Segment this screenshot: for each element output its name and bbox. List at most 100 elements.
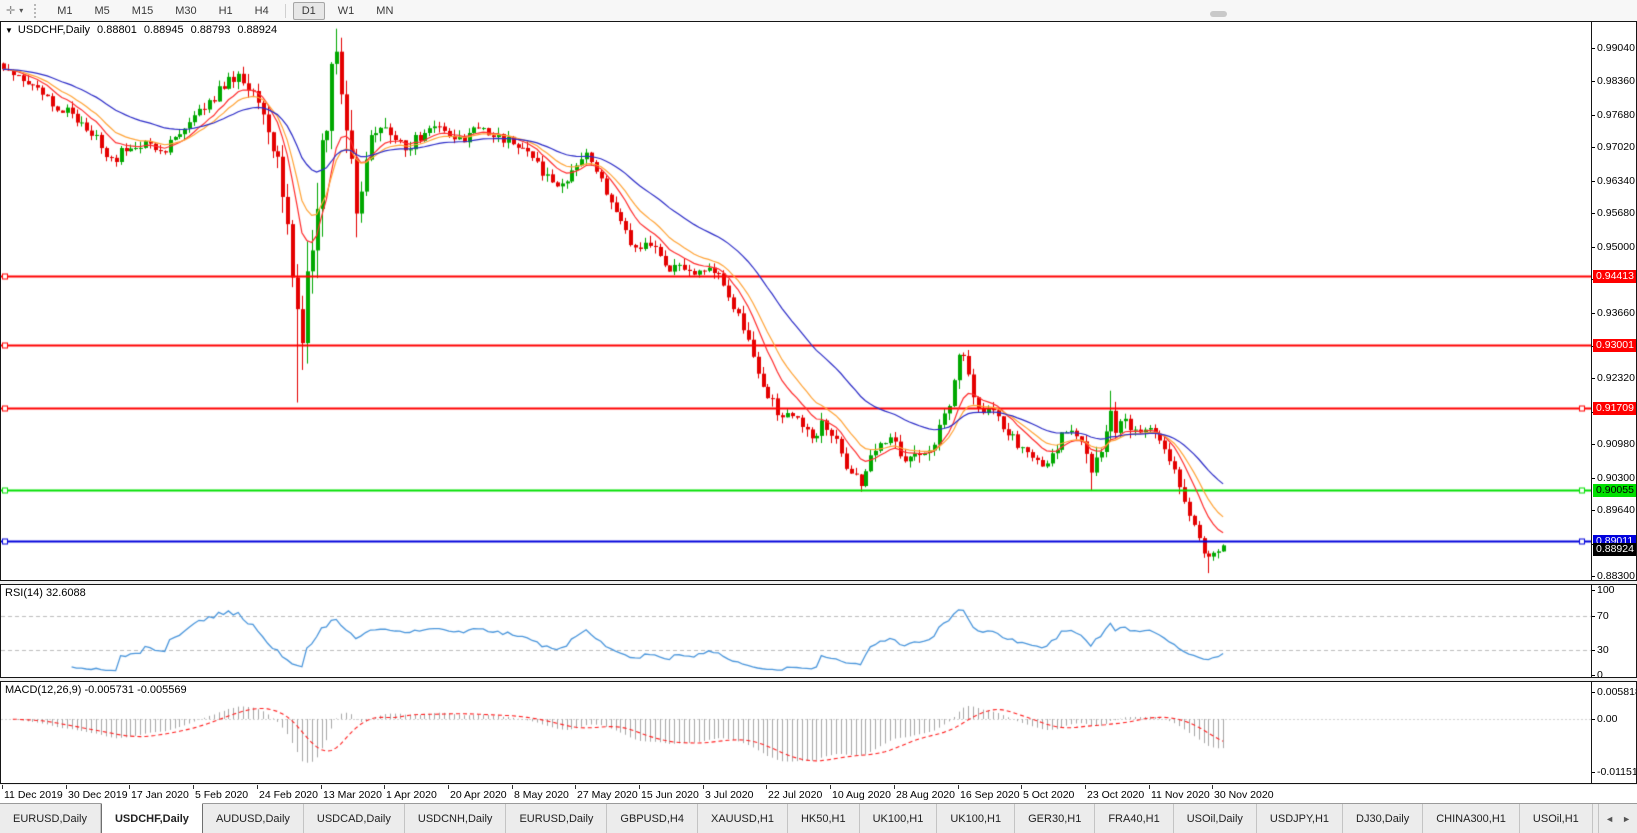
date-axis-label: 11 Dec 2019	[4, 789, 63, 801]
chart-cursor-icon[interactable]: ✛	[6, 4, 15, 17]
axis-tick-mark	[1592, 675, 1595, 676]
macd-canvas[interactable]	[1, 682, 1592, 783]
axis-tick-mark	[1592, 378, 1595, 379]
price-axis-label: 0.95000	[1597, 241, 1635, 253]
date-axis-tick	[512, 785, 513, 789]
date-axis-label: 10 Aug 2020	[832, 789, 891, 801]
chart-tab-usdjpy-h1[interactable]: USDJPY,H1	[1257, 804, 1343, 833]
price-axis[interactable]: 0.990400.983600.976800.970200.963400.956…	[1591, 22, 1636, 580]
date-axis[interactable]: 11 Dec 201930 Dec 201917 Jan 20205 Feb 2…	[0, 785, 1637, 803]
timeframe-button-M15[interactable]: M15	[123, 2, 162, 20]
date-axis-label: 13 Mar 2020	[323, 789, 382, 801]
hline-price-label: 0.91709	[1593, 402, 1636, 415]
chart-tab-eurusd-daily[interactable]: EURUSD,Daily	[0, 804, 101, 833]
h-scrollbar-thumb[interactable]	[1210, 11, 1227, 17]
chart-tab-china300-h1[interactable]: CHINA300,H1	[1423, 804, 1520, 833]
price-axis-label: 0.99040	[1597, 42, 1635, 54]
price-axis-label: 0.92320	[1597, 372, 1635, 384]
date-axis-tick	[1021, 785, 1022, 789]
chart-tab-uk100-h1[interactable]: UK100,H1	[937, 804, 1015, 833]
rsi-label: RSI(14) 32.6088	[5, 587, 86, 599]
date-axis-tick	[257, 785, 258, 789]
axis-tick-mark	[1592, 48, 1595, 49]
chart-tab-bar: EURUSD,DailyUSDCHF,DailyAUDUSD,DailyUSDC…	[0, 803, 1637, 833]
price-chart-pane: ▼USDCHF,Daily0.888010.889450.887930.8892…	[0, 21, 1637, 581]
date-axis-label: 1 Apr 2020	[386, 789, 437, 801]
ohlc-close: 0.88924	[237, 24, 277, 36]
date-axis-tick	[2, 785, 3, 789]
rsi-canvas[interactable]	[1, 585, 1592, 677]
axis-tick-mark	[1592, 213, 1595, 214]
price-axis-label: 0.98360	[1597, 75, 1635, 87]
price-axis-label: 0.93660	[1597, 307, 1635, 319]
chart-tab-hk50-h1[interactable]: HK50,H1	[788, 804, 860, 833]
timeframe-button-M1[interactable]: M1	[48, 2, 81, 20]
timeframe-button-D1[interactable]: D1	[293, 2, 325, 20]
chart-tab-gbpusd-h4[interactable]: GBPUSD,H4	[607, 804, 698, 833]
top-toolbar: ✛ ▾ M1 M5M15M30 H1H4 D1W1MN	[0, 0, 1637, 22]
axis-tick-mark	[1592, 616, 1595, 617]
chart-tab-usoil-daily[interactable]: USOil,Daily	[1174, 804, 1257, 833]
date-axis-tick	[448, 785, 449, 789]
chart-tab-audusd-daily[interactable]: AUDUSD,Daily	[203, 804, 304, 833]
timeframe-button-W1[interactable]: W1	[329, 2, 364, 20]
date-axis-label: 16 Sep 2020	[960, 789, 1020, 801]
price-axis-label: 0.97020	[1597, 141, 1635, 153]
rsi-axis[interactable]: 10070300	[1591, 585, 1636, 677]
timeframe-button-M30[interactable]: M30	[166, 2, 205, 20]
price-axis-label: 0.95680	[1597, 207, 1635, 219]
indicator-axis-label: 0.005818	[1597, 686, 1636, 698]
date-axis-label: 30 Nov 2020	[1214, 789, 1274, 801]
dropdown-caret-icon[interactable]: ▾	[19, 6, 23, 15]
chart-tab-usdcad-daily[interactable]: USDCAD,Daily	[304, 804, 405, 833]
axis-tick-mark	[1592, 181, 1595, 182]
indicator-axis-label: 70	[1597, 610, 1609, 622]
date-axis-tick	[575, 785, 576, 789]
chart-tab-xauusd-h1[interactable]: XAUUSD,H1	[698, 804, 788, 833]
timeframe-button-M5[interactable]: M5	[86, 2, 119, 20]
chart-tab-usdchf-daily[interactable]: USDCHF,Daily	[101, 803, 203, 833]
chart-tab-dj30-daily[interactable]: DJ30,Daily	[1343, 804, 1423, 833]
date-axis-label: 11 Nov 2020	[1151, 789, 1210, 801]
ohlc-open: 0.88801	[97, 24, 137, 36]
timeframe-button-MN[interactable]: MN	[367, 2, 402, 20]
chart-tab-usdcnh-daily[interactable]: USDCNH,Daily	[405, 804, 507, 833]
date-axis-tick	[766, 785, 767, 789]
tab-scroll-right-icon[interactable]: ►	[1622, 814, 1631, 824]
date-axis-label: 28 Aug 2020	[896, 789, 955, 801]
chart-tab-eurusd-daily[interactable]: EURUSD,Daily	[506, 804, 607, 833]
axis-tick-mark	[1592, 719, 1595, 720]
axis-tick-mark	[1592, 510, 1595, 511]
tab-scroll-arrows: ◄►	[1598, 804, 1637, 833]
chart-tab-ger30-h1[interactable]: GER30,H1	[1015, 804, 1095, 833]
axis-tick-mark	[1592, 147, 1595, 148]
price-axis-label: 0.96340	[1597, 175, 1635, 187]
date-axis-tick	[384, 785, 385, 789]
chart-tab-uk100-h1[interactable]: UK100,H1	[860, 804, 938, 833]
axis-tick-mark	[1592, 247, 1595, 248]
ohlc-high: 0.88945	[144, 24, 184, 36]
date-axis-tick	[958, 785, 959, 789]
timeframe-button-H4[interactable]: H4	[246, 2, 278, 20]
date-axis-label: 15 Jun 2020	[641, 789, 699, 801]
chart-tab-fra40-h1[interactable]: FRA40,H1	[1095, 804, 1173, 833]
axis-tick-mark	[1592, 478, 1595, 479]
date-axis-label: 5 Oct 2020	[1023, 789, 1074, 801]
price-chart-canvas[interactable]	[1, 22, 1592, 580]
hline-price-label: 0.93001	[1593, 339, 1636, 352]
macd-axis[interactable]: 0.0058180.00-0.011514	[1591, 682, 1636, 783]
collapse-triangle-icon[interactable]: ▼	[5, 26, 13, 35]
chart-tab-usoil-h1[interactable]: USOil,H1	[1520, 804, 1593, 833]
indicator-axis-label: 100	[1597, 585, 1615, 596]
tab-scroll-left-icon[interactable]: ◄	[1605, 814, 1614, 824]
axis-tick-mark	[1592, 772, 1595, 773]
axis-tick-mark	[1592, 692, 1595, 693]
toolbar-grip[interactable]	[34, 4, 39, 18]
date-axis-label: 24 Feb 2020	[259, 789, 318, 801]
price-axis-label: 0.89640	[1597, 504, 1635, 516]
timeframe-button-H1[interactable]: H1	[210, 2, 242, 20]
date-axis-tick	[66, 785, 67, 789]
toolbar-divider	[285, 4, 286, 18]
date-axis-label: 20 Apr 2020	[450, 789, 507, 801]
indicator-axis-label: 0.00	[1597, 713, 1617, 725]
